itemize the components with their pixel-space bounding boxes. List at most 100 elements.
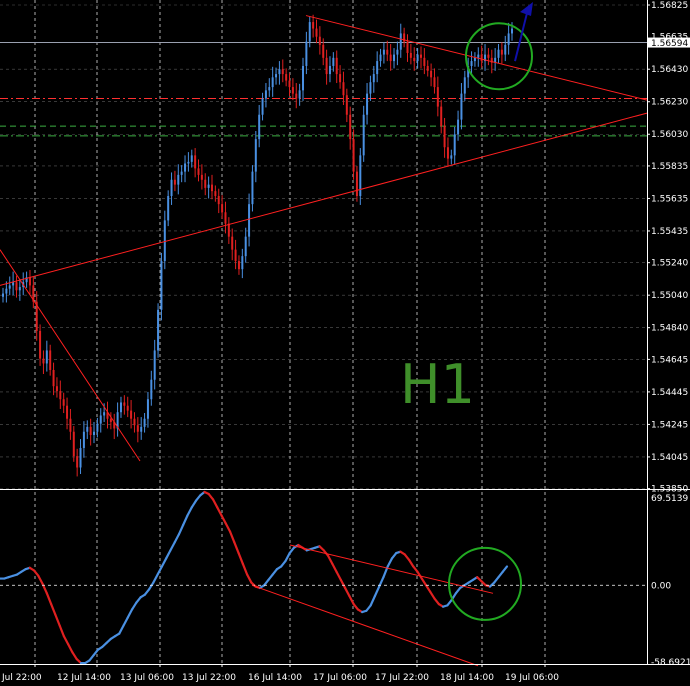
oscillator-segment <box>429 590 436 600</box>
oscillator-segment <box>190 499 198 509</box>
candle-body <box>221 204 224 213</box>
oscillator-segment <box>339 578 347 590</box>
candle-body <box>497 49 500 58</box>
candle-body <box>305 41 308 66</box>
time-tick-label: 17 Jul 06:00 <box>313 673 367 683</box>
candle-body <box>477 54 480 58</box>
oscillator-segment <box>424 584 432 594</box>
oscillator-segment <box>420 577 428 587</box>
candle-body <box>345 95 348 115</box>
candle-body <box>480 54 483 62</box>
candle-body <box>355 171 358 197</box>
arrow-shaft <box>514 8 529 62</box>
candle-body <box>335 57 338 75</box>
candle-body <box>406 41 409 53</box>
candle-body <box>433 77 436 88</box>
candle-body <box>322 44 325 58</box>
price-tick-label: 1.56030 <box>651 130 688 140</box>
oscillator-segment <box>62 635 70 646</box>
current-price-label: 1.56594 <box>651 39 688 49</box>
time-tick-label: 13 Jul 22:00 <box>182 673 236 683</box>
trendline-resistance <box>305 15 648 101</box>
candle-body <box>123 402 126 406</box>
oscillator-segment <box>224 522 232 533</box>
oscillator-segment <box>118 624 125 635</box>
oscillator-segment <box>237 551 244 565</box>
candle-body <box>264 90 267 99</box>
oscillator-segment <box>169 541 176 552</box>
candle-body <box>440 106 443 127</box>
oscillator-segment <box>335 570 342 581</box>
candle-body <box>133 418 136 426</box>
candle-body <box>96 423 99 432</box>
candle-body <box>93 431 96 435</box>
oscillator-segment <box>501 565 509 573</box>
candle-body <box>443 126 446 148</box>
candle-body <box>349 114 352 140</box>
candle-body <box>463 77 466 94</box>
candle-body <box>352 139 355 172</box>
price-tick-label: 1.56825 <box>651 1 688 11</box>
oscillator-segment <box>50 602 57 616</box>
candle-body <box>409 52 412 58</box>
candle-body <box>184 163 187 172</box>
candle-body <box>396 49 399 55</box>
time-tick-label: 16 Jul 14:00 <box>248 673 302 683</box>
candle-body <box>500 49 503 55</box>
time-tick-label: 13 Jul 06:00 <box>120 673 174 683</box>
candle-body <box>15 282 18 291</box>
price-tick-label: 1.54840 <box>651 324 688 334</box>
price-tick-label: 1.55240 <box>651 259 688 269</box>
candle-body <box>8 285 11 289</box>
candle-body <box>12 282 15 286</box>
candle-body <box>393 54 396 62</box>
candle-body <box>197 168 200 175</box>
candle-body <box>224 212 227 224</box>
osc-trendline-upper <box>289 544 494 594</box>
candle-body <box>119 402 122 413</box>
candle-body <box>302 65 305 91</box>
candle-body <box>325 57 328 75</box>
oscillator-segment <box>165 549 172 560</box>
oscillator-segment <box>148 581 155 591</box>
oscillator-segment <box>152 573 159 584</box>
candle-body <box>511 28 513 34</box>
candle-body <box>372 74 375 83</box>
candle-body <box>234 249 237 262</box>
candle-body <box>436 87 439 107</box>
candle-body <box>69 418 72 432</box>
candle-body <box>66 405 69 419</box>
candle-body <box>312 22 315 29</box>
oscillator-tick-label: 0.00 <box>651 581 671 591</box>
candle-body <box>140 426 143 432</box>
candle-body <box>86 426 89 432</box>
oscillator-segment <box>186 506 193 517</box>
candle-body <box>82 431 85 448</box>
candle-body <box>244 236 247 257</box>
candle-body <box>18 287 21 291</box>
candle-body <box>2 293 4 297</box>
candle-body <box>130 410 133 419</box>
time-tick-label: 19 Jul 06:00 <box>505 673 559 683</box>
candle-body <box>315 28 318 37</box>
axes: 1.56825 1.56430 1.56230 1.56030 1.55835 1.556… <box>0 0 690 683</box>
candle-body <box>109 418 112 422</box>
oscillator-segment <box>331 562 338 573</box>
time-tick-label: 17 Jul 22:00 <box>375 673 429 683</box>
candle-body <box>89 426 92 435</box>
candle-body <box>298 90 301 99</box>
candle-body <box>28 277 31 286</box>
candle-body <box>268 87 271 91</box>
candle-body <box>136 425 139 432</box>
candle-body <box>167 196 170 221</box>
candle-body <box>59 391 62 400</box>
candle-body <box>217 196 220 205</box>
chart-canvas: 1.56825 1.56430 1.56230 1.56030 1.55835 1.556… <box>0 0 690 683</box>
candle-body <box>227 223 230 237</box>
candle-body <box>470 61 473 66</box>
time-tick-label: 18 Jul 14:00 <box>440 673 494 683</box>
candle-body <box>157 309 160 351</box>
candle-body <box>62 399 65 406</box>
candle-body <box>210 184 213 192</box>
oscillator-segment <box>173 533 181 544</box>
